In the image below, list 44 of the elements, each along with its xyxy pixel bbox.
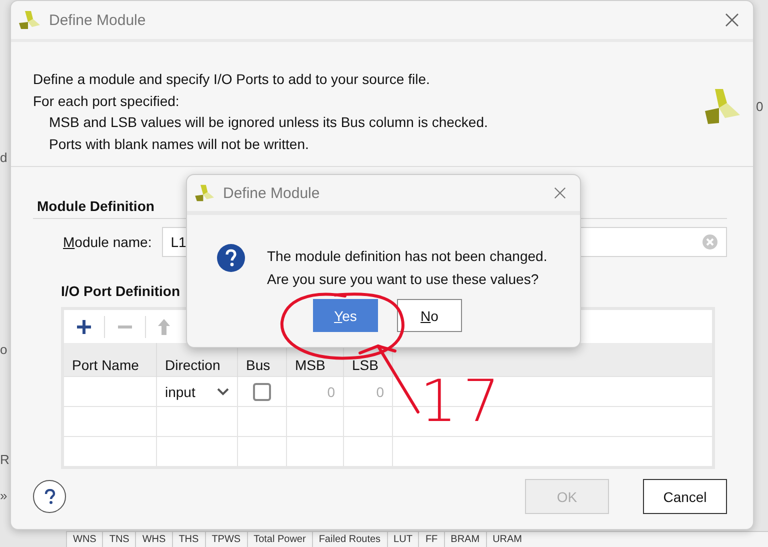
column-header: Total Power	[246, 532, 312, 547]
help-button[interactable]	[33, 480, 66, 513]
note-text: MSB and LSB values will be ignored unless its Bus column is checked.	[48, 113, 489, 132]
field-label: Module name:	[63, 234, 152, 250]
annotation-text: 17	[420, 372, 506, 430]
close-icon[interactable]	[554, 187, 566, 199]
close-icon[interactable]	[725, 13, 739, 27]
column-header: WHS	[135, 532, 172, 547]
yes-button[interactable]: Yes	[313, 299, 378, 332]
message-text: Are you sure you want to use these values?	[267, 270, 540, 289]
column-header: Failed Routes	[312, 532, 387, 547]
table-cell: 0	[344, 376, 392, 406]
background-text: o	[0, 342, 8, 357]
column-header: WNS	[66, 532, 102, 547]
bus-checkbox[interactable]	[253, 382, 271, 401]
column-header: BRAM	[444, 532, 486, 547]
question-icon	[217, 244, 245, 272]
table-cell: 0	[286, 376, 344, 406]
note-text: Ports with blank names will not be written.	[48, 134, 310, 154]
section-title: I/O Port Definition	[61, 283, 180, 299]
direction-dropdown[interactable]: input	[165, 384, 229, 400]
message-text: The module definition has not been changed.	[267, 247, 548, 266]
column-header: FF	[418, 532, 444, 547]
window-title: Define Module	[49, 12, 147, 28]
column-header: THS	[172, 532, 205, 547]
background-text: R	[0, 452, 10, 467]
logo-icon	[19, 10, 41, 30]
background-text: »	[0, 488, 8, 503]
column-header: URAM	[486, 532, 528, 547]
column-header: LUT	[386, 532, 418, 547]
logo-icon	[195, 184, 215, 202]
column-header: Port Name	[64, 343, 156, 376]
cancel-button[interactable]: Cancel	[643, 479, 727, 514]
description-text: For each port specified:	[33, 92, 180, 111]
question-icon	[44, 488, 56, 504]
logo-icon	[705, 89, 741, 125]
no-button[interactable]: No	[397, 299, 462, 332]
background-text: 0	[756, 99, 764, 114]
background-text: d	[0, 150, 8, 165]
description-text: Define a module and specify I/O Ports to add to your source file.	[33, 70, 431, 89]
add-icon[interactable]	[76, 318, 92, 334]
chevron-down-icon	[217, 388, 229, 396]
column-header: TNS	[102, 532, 136, 547]
column-header: TPWS	[204, 532, 247, 547]
